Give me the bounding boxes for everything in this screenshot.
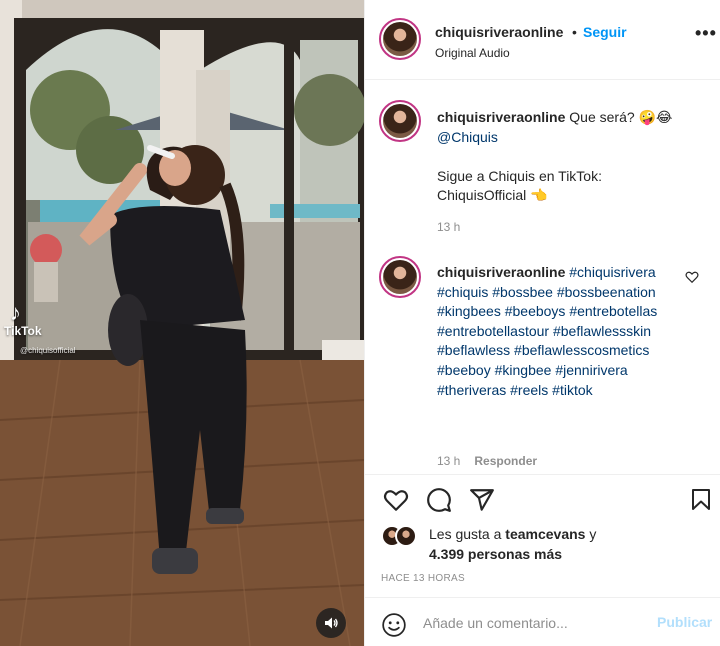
caption-line3: ChiquisOfficial 👈: [437, 187, 548, 204]
bookmark-icon[interactable]: [689, 487, 713, 513]
video-frame: [0, 0, 364, 646]
volume-icon: [325, 617, 338, 629]
comment-text: chiquisriveraonline #chiquisrivera #chiq…: [437, 263, 699, 400]
tiktok-logo-icon: ♪: [10, 300, 21, 325]
comment-composer: Publicar: [365, 597, 720, 646]
comment-avatar[interactable]: [379, 256, 421, 298]
avatar[interactable]: [379, 18, 421, 60]
tiktok-handle: @chiquisofficial: [20, 346, 76, 355]
likes-connector: y: [589, 526, 597, 542]
follow-button[interactable]: Seguir: [583, 24, 627, 40]
reply-button[interactable]: Responder: [474, 454, 537, 468]
caption-time[interactable]: 13 h: [437, 220, 460, 234]
comment-time[interactable]: 13 h: [437, 454, 460, 468]
publish-button[interactable]: Publicar: [657, 614, 712, 630]
header-username[interactable]: chiquisriveraonline: [435, 24, 563, 40]
liker-avatar: [395, 525, 417, 547]
comment-meta: 13 h Responder: [437, 454, 537, 468]
comment-icon[interactable]: [425, 487, 453, 513]
separator-dot: •: [572, 24, 577, 40]
likes-summary: Les gusta a teamcevans y 4.399 personas …: [429, 525, 689, 564]
caption-text: chiquisriveraonline Que será? 🤪😂 @Chiqui…: [437, 108, 699, 206]
tiktok-watermark: ♪ TikTok @chiquisofficial: [4, 300, 76, 356]
audio-toggle-button[interactable]: [316, 608, 346, 638]
heart-icon[interactable]: [383, 487, 409, 513]
caption-line2: Sigue a Chiquis en TikTok:: [437, 167, 602, 184]
emoji-icon[interactable]: [381, 612, 407, 638]
post-actions: Les gusta a teamcevans y 4.399 personas …: [365, 474, 720, 646]
caption-body: Que será? 🤪😂: [569, 109, 673, 125]
caption-username[interactable]: chiquisriveraonline: [437, 109, 565, 125]
caption-mention[interactable]: @Chiquis: [437, 129, 498, 145]
likes-prefix: Les gusta a: [429, 526, 502, 542]
comment-hashtags[interactable]: #chiquisrivera #chiquis #bossbee #bossbe…: [437, 264, 657, 398]
comment-input[interactable]: [423, 612, 639, 634]
post-video[interactable]: ♪ TikTok @chiquisofficial: [0, 0, 364, 646]
tiktok-brand: TikTok: [4, 324, 42, 338]
likes-count[interactable]: 4.399 personas más: [429, 546, 562, 562]
comment-like-heart-icon[interactable]: [685, 270, 699, 284]
audio-label[interactable]: Original Audio: [435, 46, 510, 60]
post-timestamp[interactable]: HACE 13 HORAS: [381, 573, 465, 584]
post-side-panel: chiquisriveraonline • Seguir Original Au…: [364, 0, 720, 646]
caption-avatar[interactable]: [379, 100, 421, 142]
more-icon[interactable]: •••: [695, 24, 717, 42]
comment-username[interactable]: chiquisriveraonline: [437, 264, 565, 280]
post-header: chiquisriveraonline • Seguir Original Au…: [365, 0, 720, 80]
share-icon[interactable]: [469, 487, 495, 513]
liker-username[interactable]: teamcevans: [505, 526, 585, 542]
